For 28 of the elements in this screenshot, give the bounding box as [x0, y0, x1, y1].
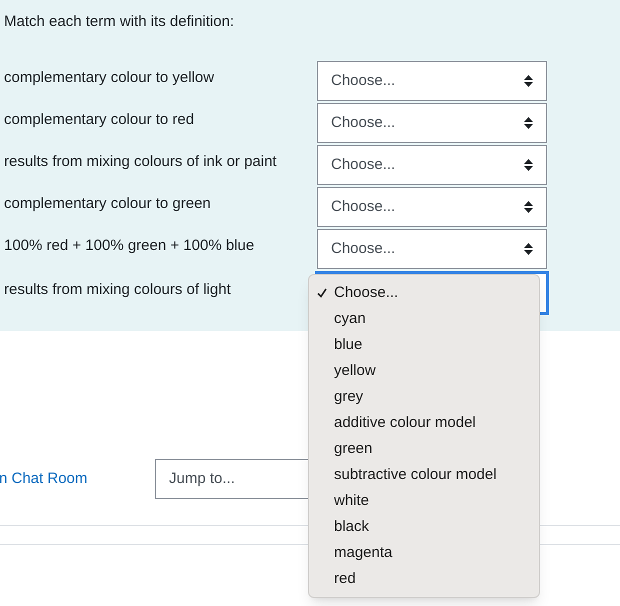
answer-select[interactable]: Choose...: [317, 145, 547, 185]
term-label: results from mixing colours of ink or paint: [4, 152, 278, 172]
answer-select[interactable]: Choose...: [317, 61, 547, 101]
menu-option[interactable]: additive colour model: [309, 410, 539, 436]
menu-option[interactable]: Choose...: [309, 280, 539, 306]
term-label: results from mixing colours of light: [4, 280, 232, 300]
menu-option[interactable]: grey: [309, 384, 539, 410]
sort-arrows-icon: [524, 201, 533, 213]
answer-select[interactable]: Choose...: [317, 187, 547, 227]
menu-option[interactable]: black: [309, 514, 539, 540]
term-label: 100% red + 100% green + 100% blue: [4, 236, 256, 256]
menu-option[interactable]: cyan: [309, 306, 539, 332]
term-label: complementary colour to red: [4, 110, 196, 130]
sort-arrows-icon: [524, 243, 533, 255]
question-prompt: Match each term with its definition:: [4, 12, 236, 32]
menu-option[interactable]: blue: [309, 332, 539, 358]
term-label: complementary colour to yellow: [4, 68, 216, 88]
term-label: complementary colour to green: [4, 194, 212, 214]
menu-option[interactable]: yellow: [309, 358, 539, 384]
menu-option[interactable]: magenta: [309, 540, 539, 566]
answer-select[interactable]: Choose...: [317, 229, 547, 269]
chat-room-link[interactable]: n Chat Room: [0, 468, 155, 490]
answer-select[interactable]: Choose...: [317, 103, 547, 143]
menu-option[interactable]: red: [309, 566, 539, 592]
sort-arrows-icon: [524, 117, 533, 129]
sort-arrows-icon: [524, 159, 533, 171]
menu-option[interactable]: green: [309, 436, 539, 462]
sort-arrows-icon: [524, 75, 533, 87]
